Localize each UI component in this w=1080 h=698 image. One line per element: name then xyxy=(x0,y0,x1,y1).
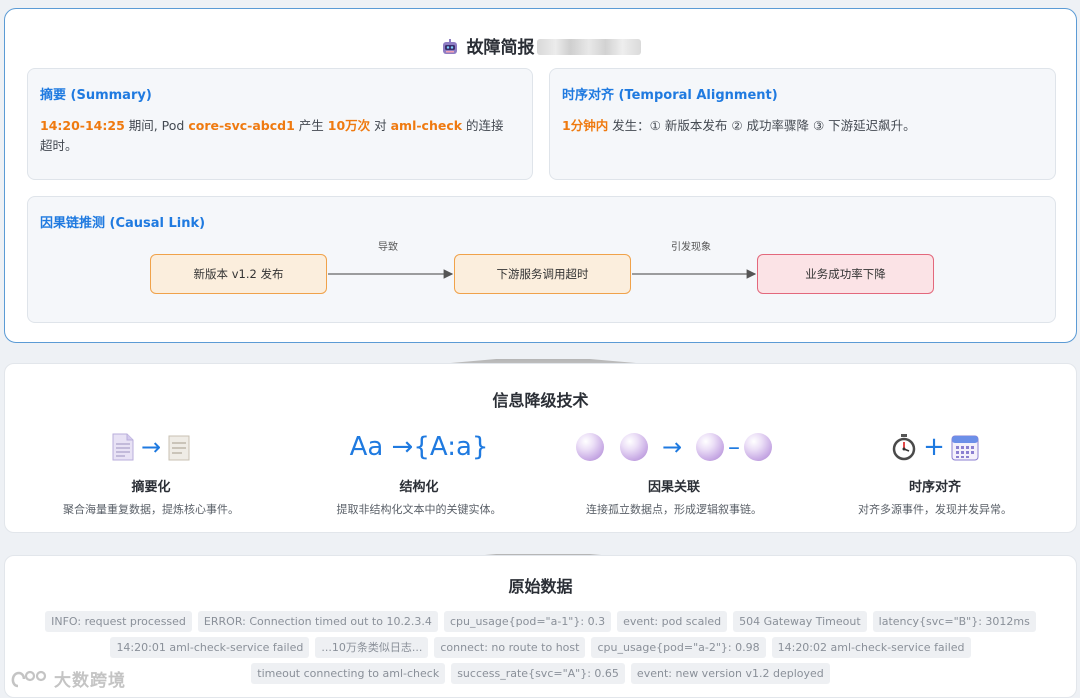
causal-panel: 因果链推测 (Causal Link) 导致 引发现象 新版本 v1.2 发布 … xyxy=(27,196,1056,323)
causal-node-timeout: 下游服务调用超时 xyxy=(454,254,631,294)
summary-count: 10万次 xyxy=(327,118,371,133)
temporal-heading: 时序对齐 (Temporal Alignment) xyxy=(562,88,778,103)
summary-panel: 摘要 (Summary) 14:20-14:25 期间, Pod core-sv… xyxy=(27,68,533,180)
causal-edge-label-1: 导致 xyxy=(378,242,398,253)
plus-icon: + xyxy=(923,432,945,462)
chip-row: INFO: request processed ERROR: Connectio… xyxy=(5,611,1076,632)
report-title: 故障简报 xyxy=(5,33,1076,58)
log-chip: ERROR: Connection timed out to 10.2.3.4 xyxy=(197,611,438,632)
raw-data-chips: INFO: request processed ERROR: Connectio… xyxy=(5,611,1076,689)
stopwatch-icon xyxy=(892,434,916,461)
technique-name: 结构化 xyxy=(399,480,439,495)
technique-desc: 连接孤立数据点，形成逻辑叙事链。 xyxy=(586,503,762,516)
watermark: 大数跨境 xyxy=(10,666,126,691)
technique-causal: → – 因果关联 连接孤立数据点，形成逻辑叙事链。 xyxy=(544,426,804,517)
technique-desc: 对齐多源事件，发现并发异常。 xyxy=(858,503,1012,516)
sphere-icon xyxy=(575,433,604,461)
raw-data-card: 原始数据 INFO: request processed ERROR: Conn… xyxy=(4,555,1077,698)
temporal-text-part: 发生：① 新版本发布 ② 成功率骤降 ③ 下游延迟飙升。 xyxy=(608,118,916,133)
report-title-text: 故障简报 xyxy=(466,38,535,58)
log-chip: INFO: request processed xyxy=(45,611,192,632)
technique-summarize: → 摘要化 聚合海量重复数据，提炼核心事件。 xyxy=(21,426,281,517)
calendar-icon xyxy=(951,435,979,461)
redacted-text xyxy=(536,39,641,55)
log-chip: event: pod scaled xyxy=(617,611,728,632)
log-chip: event: new version v1.2 deployed xyxy=(630,663,830,684)
log-chip: connect: no route to host xyxy=(434,637,586,658)
structure-visual-text: Aa →{A:a} xyxy=(349,432,489,462)
causal-edge-label-2: 引发现象 xyxy=(671,242,711,253)
chip-row: 14:20:01 aml-check-service failed ...10万… xyxy=(5,637,1076,658)
log-chip: timeout connecting to aml-check xyxy=(251,663,446,684)
document-icon xyxy=(112,433,134,461)
robot-icon xyxy=(442,39,457,54)
techniques-title: 信息降级技术 xyxy=(492,391,589,410)
technique-desc: 提取非结构化文本中的关键实体。 xyxy=(336,503,502,516)
log-chip: success_rate{svc="A"}: 0.65 xyxy=(451,663,625,684)
log-chip: 14:20:02 aml-check-service failed xyxy=(771,637,971,658)
technique-name: 时序对齐 xyxy=(908,480,961,495)
causal-node-release: 新版本 v1.2 发布 xyxy=(150,254,327,294)
temporal-panel: 时序对齐 (Temporal Alignment) 1分钟内 发生：① 新版本发… xyxy=(549,68,1056,180)
log-chip: cpu_usage{pod="a-2"}: 0.98 xyxy=(591,637,766,658)
summary-text: 14:20-14:25 期间, Pod core-svc-abcd1 产生 10… xyxy=(40,116,508,156)
summary-text-part: 产生 xyxy=(294,118,328,133)
watermark-logo-icon xyxy=(11,670,47,687)
short-document-icon xyxy=(168,435,190,461)
incident-report-card: 故障简报 摘要 (Summary) 14:20-14:25 期间, Pod co… xyxy=(4,8,1077,343)
log-chip: ...10万条类似日志... xyxy=(315,637,429,658)
log-chip: 504 Gateway Timeout xyxy=(733,611,867,632)
summary-text-part: 对 xyxy=(370,118,391,133)
log-chip: 14:20:01 aml-check-service failed xyxy=(110,637,310,658)
technique-name: 摘要化 xyxy=(131,480,171,495)
log-chip: cpu_usage{pod="a-1"}: 0.3 xyxy=(443,611,612,632)
temporal-text: 1分钟内 发生：① 新版本发布 ② 成功率骤降 ③ 下游延迟飙升。 xyxy=(562,116,1031,136)
causal-node-success-drop: 业务成功率下降 xyxy=(757,254,934,294)
technique-name: 因果关联 xyxy=(647,480,700,495)
link-dash-icon: – xyxy=(728,433,741,461)
watermark-text: 大数跨境 xyxy=(54,671,126,691)
raw-data-title: 原始数据 xyxy=(508,577,573,596)
chip-row: timeout connecting to aml-check success_… xyxy=(5,663,1076,684)
summary-heading: 摘要 (Summary) xyxy=(40,88,152,103)
sphere-icon xyxy=(744,433,773,461)
summary-pod: core-svc-abcd1 xyxy=(188,118,295,133)
technique-desc: 聚合海量重复数据，提炼核心事件。 xyxy=(63,503,239,516)
sphere-icon xyxy=(696,433,725,461)
sphere-icon xyxy=(619,433,648,461)
summary-time-range: 14:20-14:25 xyxy=(40,118,125,133)
temporal-window: 1分钟内 xyxy=(562,118,609,133)
techniques-card: 信息降级技术 → 摘要化 聚合海量重复数据，提炼核心事件。 Aa →{A:a} … xyxy=(4,363,1077,533)
summary-text-part: 期间, Pod xyxy=(124,118,189,133)
technique-temporal: + 时序对齐 对齐多源事件，发现并发异常。 xyxy=(805,426,1065,517)
arrow-right-icon: → xyxy=(661,433,683,461)
technique-structure: Aa →{A:a} 结构化 提取非结构化文本中的关键实体。 xyxy=(289,426,549,517)
arrow-right-icon: → xyxy=(140,433,162,461)
summary-target: aml-check xyxy=(390,118,463,133)
log-chip: latency{svc="B"}: 3012ms xyxy=(872,611,1036,632)
